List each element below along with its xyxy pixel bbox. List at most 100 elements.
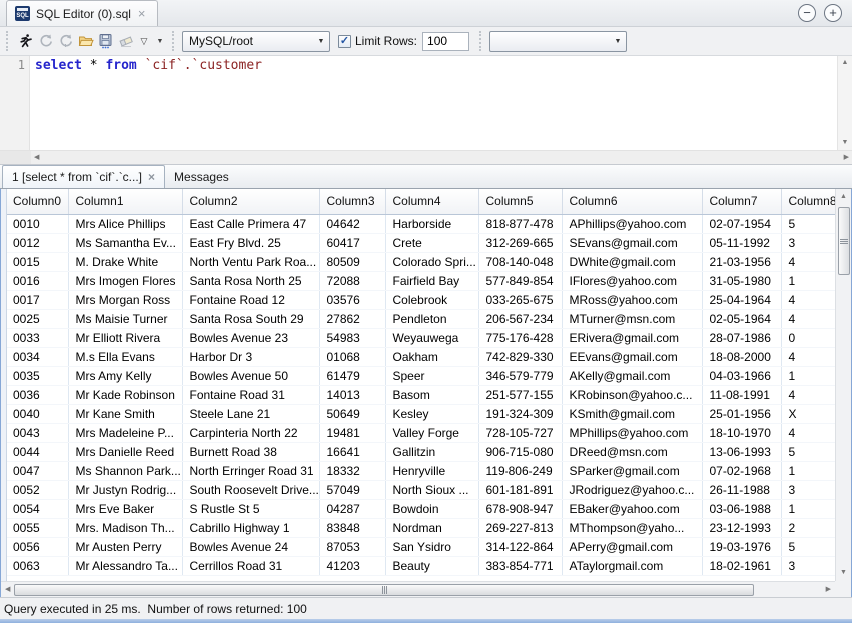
table-cell[interactable]: Mr Kane Smith (69, 404, 183, 423)
table-cell[interactable]: 0055 (7, 518, 69, 537)
table-cell[interactable]: Mrs Madeleine P... (69, 423, 183, 442)
table-cell[interactable]: Mrs Morgan Ross (69, 290, 183, 309)
table-cell[interactable]: Mr Justyn Rodrig... (69, 480, 183, 499)
table-cell[interactable]: Mrs Amy Kelly (69, 366, 183, 385)
table-cell[interactable]: 03576 (320, 290, 386, 309)
table-cell[interactable]: 02-07-1954 (703, 214, 782, 233)
table-cell[interactable]: 119-806-249 (479, 461, 563, 480)
table-cell[interactable]: 04287 (320, 499, 386, 518)
table-cell[interactable]: 02-05-1964 (703, 309, 782, 328)
table-cell[interactable]: Bowles Avenue 23 (183, 328, 320, 347)
scroll-right-icon[interactable]: ▶ (822, 585, 835, 595)
table-cell[interactable]: 0043 (7, 423, 69, 442)
scroll-up-icon[interactable]: ▲ (840, 189, 847, 205)
table-cell[interactable]: Gallitzin (386, 442, 479, 461)
column-header[interactable]: Column1 (69, 189, 183, 214)
column-header[interactable]: Column3 (320, 189, 386, 214)
table-cell[interactable]: Ms Samantha Ev... (69, 233, 183, 252)
table-cell[interactable]: 2 (782, 518, 835, 537)
clear-editor-button[interactable] (116, 30, 136, 52)
table-cell[interactable]: Colorado Spri... (386, 252, 479, 271)
table-cell[interactable]: EEvans@gmail.com (563, 347, 703, 366)
table-cell[interactable]: Fontaine Road 12 (183, 290, 320, 309)
table-cell[interactable]: 906-715-080 (479, 442, 563, 461)
table-cell[interactable]: Speer (386, 366, 479, 385)
toolbar-dropdown-button[interactable]: ▼ (152, 30, 168, 52)
table-cell[interactable]: 0015 (7, 252, 69, 271)
table-cell[interactable]: 0017 (7, 290, 69, 309)
table-cell[interactable]: 25-04-1964 (703, 290, 782, 309)
table-cell[interactable]: Bowdoin (386, 499, 479, 518)
table-cell[interactable]: APerry@gmail.com (563, 537, 703, 556)
table-cell[interactable]: 0040 (7, 404, 69, 423)
table-cell[interactable]: 3 (782, 480, 835, 499)
table-cell[interactable]: 16641 (320, 442, 386, 461)
table-cell[interactable]: 708-140-048 (479, 252, 563, 271)
table-cell[interactable]: 4 (782, 309, 835, 328)
column-header[interactable]: Column5 (479, 189, 563, 214)
table-cell[interactable]: 28-07-1986 (703, 328, 782, 347)
table-cell[interactable]: 775-176-428 (479, 328, 563, 347)
column-header[interactable]: Column6 (563, 189, 703, 214)
refresh-all-button[interactable] (56, 30, 76, 52)
table-cell[interactable]: 18-02-1961 (703, 556, 782, 575)
table-cell[interactable]: 61479 (320, 366, 386, 385)
horizontal-scroll-thumb[interactable] (14, 584, 754, 596)
table-cell[interactable]: 4 (782, 252, 835, 271)
column-header[interactable]: Column0 (7, 189, 69, 214)
table-cell[interactable]: 14013 (320, 385, 386, 404)
table-cell[interactable]: Oakham (386, 347, 479, 366)
table-cell[interactable]: Harborside (386, 214, 479, 233)
table-cell[interactable]: 314-122-864 (479, 537, 563, 556)
minimize-button[interactable]: − (798, 4, 816, 22)
scroll-down-icon[interactable]: ▼ (842, 138, 849, 148)
table-cell[interactable]: 033-265-675 (479, 290, 563, 309)
table-cell[interactable]: Mrs Eve Baker (69, 499, 183, 518)
grid-vertical-scrollbar[interactable]: ▲ ▼ (835, 189, 851, 581)
table-cell[interactable]: Steele Lane 21 (183, 404, 320, 423)
table-cell[interactable]: 26-11-1988 (703, 480, 782, 499)
table-cell[interactable]: 72088 (320, 271, 386, 290)
table-cell[interactable]: Crete (386, 233, 479, 252)
table-cell[interactable]: DReed@msn.com (563, 442, 703, 461)
table-cell[interactable]: Ms Maisie Turner (69, 309, 183, 328)
table-cell[interactable]: 41203 (320, 556, 386, 575)
table-cell[interactable]: East Calle Primera 47 (183, 214, 320, 233)
table-cell[interactable]: North Erringer Road 31 (183, 461, 320, 480)
run-sql-button[interactable] (16, 30, 36, 52)
table-cell[interactable]: 728-105-727 (479, 423, 563, 442)
table-cell[interactable]: APhillips@yahoo.com (563, 214, 703, 233)
table-cell[interactable]: 0033 (7, 328, 69, 347)
table-cell[interactable]: 0063 (7, 556, 69, 575)
table-cell[interactable]: 3 (782, 233, 835, 252)
maximize-button[interactable]: + (824, 4, 842, 22)
table-cell[interactable]: 577-849-854 (479, 271, 563, 290)
table-cell[interactable]: MThompson@yaho... (563, 518, 703, 537)
table-cell[interactable]: 818-877-478 (479, 214, 563, 233)
table-cell[interactable]: 742-829-330 (479, 347, 563, 366)
table-cell[interactable]: Nordman (386, 518, 479, 537)
table-cell[interactable]: 11-08-1991 (703, 385, 782, 404)
table-cell[interactable]: 0016 (7, 271, 69, 290)
table-cell[interactable]: 0056 (7, 537, 69, 556)
table-cell[interactable]: AKelly@gmail.com (563, 366, 703, 385)
table-cell[interactable]: Mrs Alice Phillips (69, 214, 183, 233)
table-cell[interactable]: Mr Elliott Rivera (69, 328, 183, 347)
table-cell[interactable]: Mrs Danielle Reed (69, 442, 183, 461)
table-cell[interactable]: Mrs Imogen Flores (69, 271, 183, 290)
rerun-statement-button[interactable] (36, 30, 56, 52)
table-cell[interactable]: 5 (782, 214, 835, 233)
table-cell[interactable]: 60417 (320, 233, 386, 252)
table-cell[interactable]: Kesley (386, 404, 479, 423)
table-cell[interactable]: S Rustle St 5 (183, 499, 320, 518)
table-cell[interactable]: 13-06-1993 (703, 442, 782, 461)
table-cell[interactable]: 18-10-1970 (703, 423, 782, 442)
table-cell[interactable]: 0047 (7, 461, 69, 480)
secondary-dropdown[interactable]: ▼ (489, 31, 627, 52)
table-cell[interactable]: 27862 (320, 309, 386, 328)
table-cell[interactable]: Valley Forge (386, 423, 479, 442)
table-cell[interactable]: Basom (386, 385, 479, 404)
table-cell[interactable]: 0036 (7, 385, 69, 404)
table-cell[interactable]: 4 (782, 385, 835, 404)
table-cell[interactable]: Mr Austen Perry (69, 537, 183, 556)
